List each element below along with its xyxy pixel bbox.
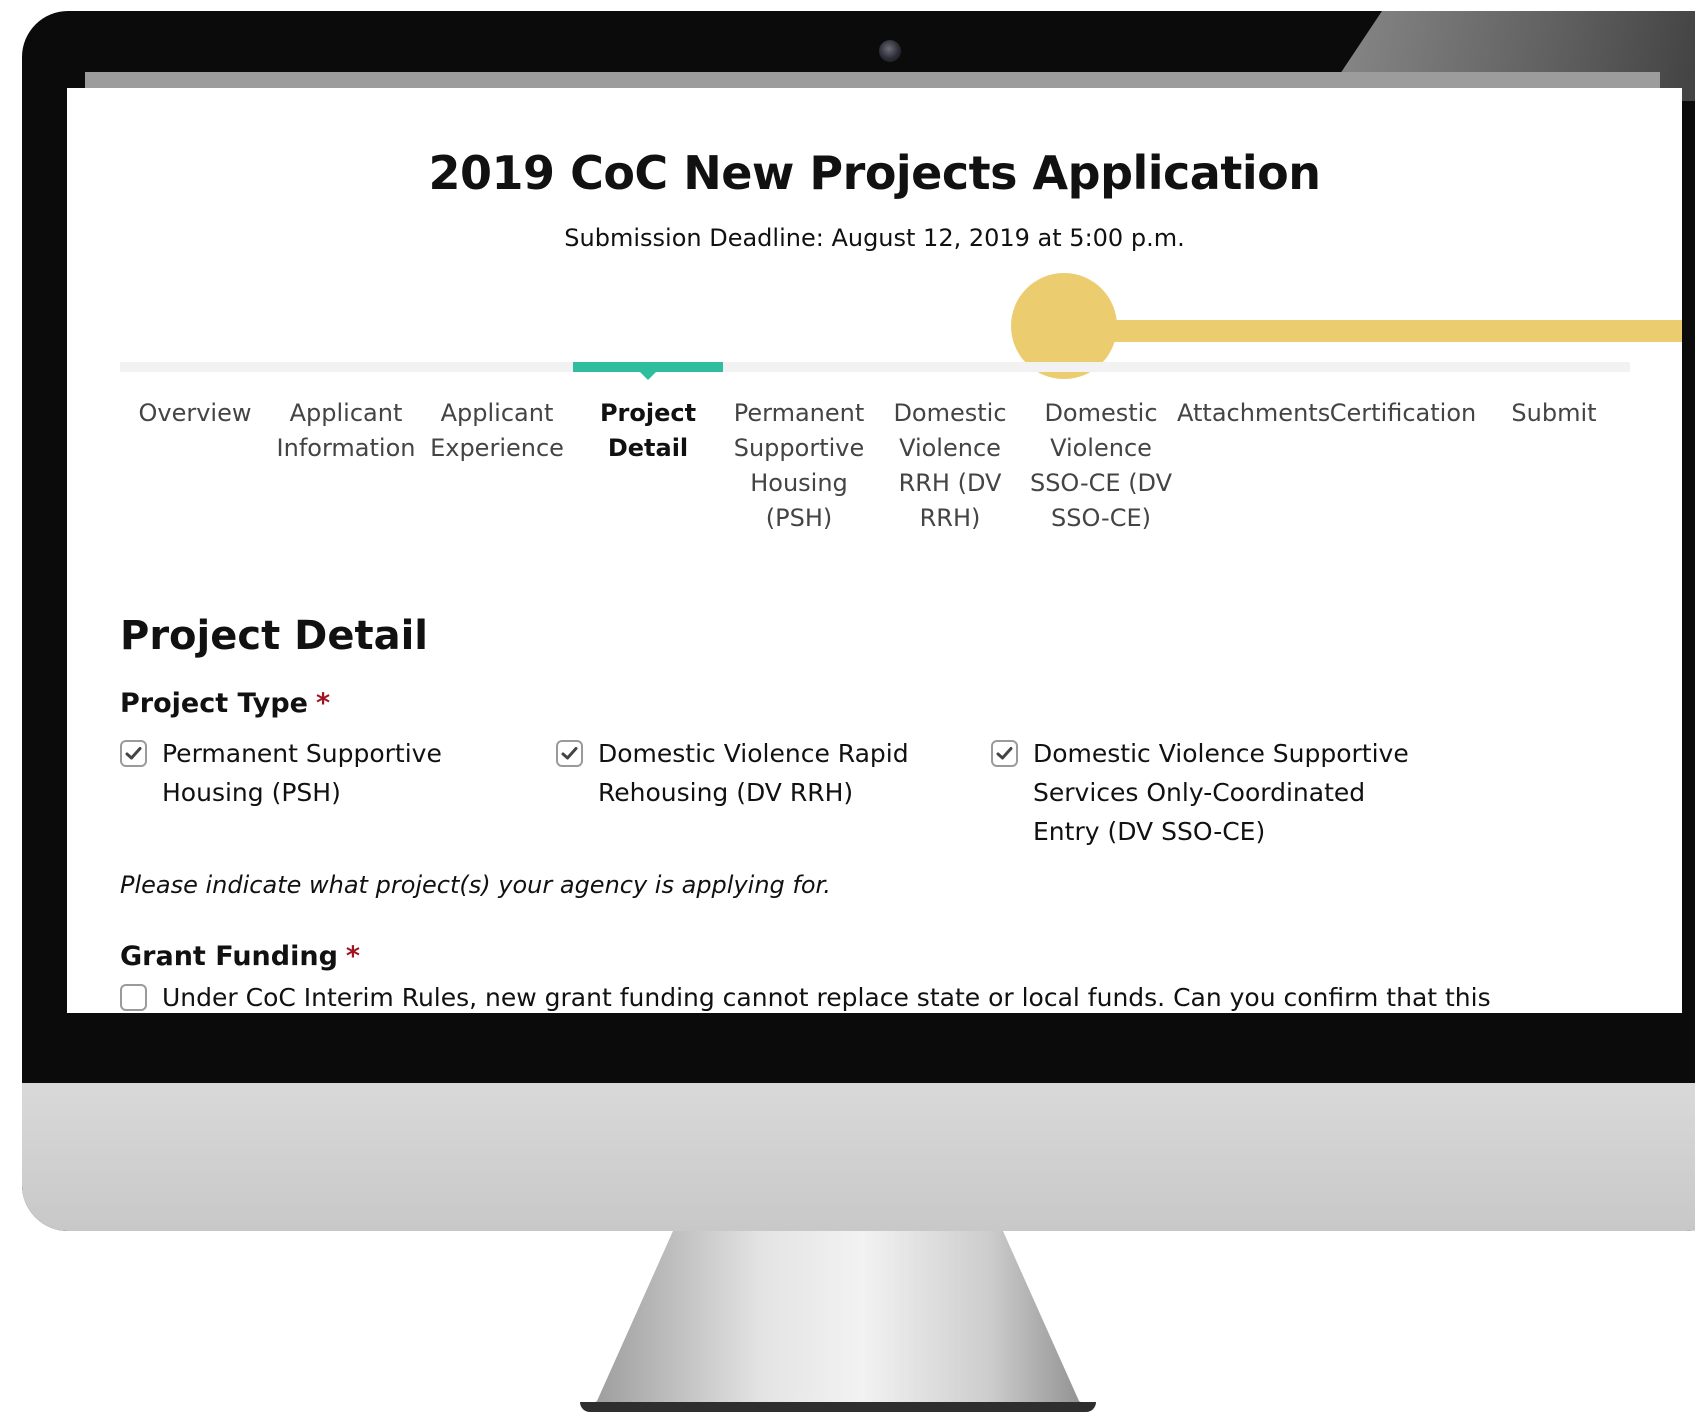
required-marker: *	[316, 688, 331, 719]
browser-screen: 2019 CoC New Projects Application Submis…	[67, 88, 1682, 1013]
step-label: Project Detail	[599, 399, 697, 462]
checkmark-icon	[996, 747, 1013, 760]
submission-deadline: Submission Deadline: August 12, 2019 at …	[564, 224, 1185, 252]
checkbox-dv-sso-ce[interactable]	[991, 740, 1018, 767]
step-project-detail[interactable]: Project Detail	[573, 362, 723, 466]
step-attachments[interactable]: Attachments	[1177, 362, 1331, 431]
step-label: Submit	[1511, 399, 1597, 427]
option-label: Domestic Violence Supportive Services On…	[1033, 739, 1409, 846]
required-marker: *	[345, 941, 361, 972]
step-applicant-information[interactable]: Applicant Information	[271, 362, 421, 466]
step-psh[interactable]: Permanent Supportive Housing (PSH)	[724, 362, 874, 536]
checkbox-dv-rrh[interactable]	[556, 740, 583, 767]
grant-funding-question: Under CoC Interim Rules, new grant fundi…	[162, 983, 1491, 1012]
option-dv-sso-ce[interactable]: Domestic Violence Supportive Services On…	[991, 734, 1411, 851]
step-label: Applicant Information	[276, 399, 416, 462]
step-label: Permanent Supportive Housing (PSH)	[733, 399, 865, 532]
step-dv-sso-ce[interactable]: Domestic Violence SSO-CE (DV SSO-CE)	[1026, 362, 1176, 536]
section-title: Project Detail	[120, 613, 428, 659]
checkmark-icon	[561, 747, 578, 760]
grant-funding-label: Grant Funding *	[120, 941, 360, 972]
grant-funding-option[interactable]: Under CoC Interim Rules, new grant fundi…	[120, 978, 1620, 1013]
option-label: Domestic Violence Rapid Rehousing (DV RR…	[598, 739, 909, 807]
checkbox-psh[interactable]	[120, 740, 147, 767]
step-certification[interactable]: Certification	[1328, 362, 1478, 431]
option-dv-rrh[interactable]: Domestic Violence Rapid Rehousing (DV RR…	[556, 734, 936, 812]
project-type-label: Project Type *	[120, 688, 330, 719]
camera-icon	[879, 40, 901, 62]
step-dv-rrh[interactable]: Domestic Violence RRH (DV RRH)	[875, 362, 1025, 536]
page-title: 2019 CoC New Projects Application	[428, 146, 1321, 200]
monitor-stand-foot	[580, 1402, 1096, 1412]
step-label: Domestic Violence SSO-CE (DV SSO-CE)	[1029, 399, 1173, 532]
step-label: Attachments	[1177, 399, 1331, 427]
checkmark-icon	[125, 747, 142, 760]
step-label: Applicant Experience	[430, 399, 564, 462]
option-label: Permanent Supportive Housing (PSH)	[162, 739, 442, 807]
step-overview[interactable]: Overview	[120, 362, 270, 431]
project-type-hint: Please indicate what project(s) your age…	[120, 871, 831, 899]
option-psh[interactable]: Permanent Supportive Housing (PSH)	[120, 734, 500, 812]
grant-funding-label-text: Grant Funding	[120, 941, 338, 972]
callout-line	[1112, 320, 1682, 342]
step-applicant-experience[interactable]: Applicant Experience	[422, 362, 572, 466]
step-submit[interactable]: Submit	[1479, 362, 1629, 431]
step-label: Overview	[138, 399, 252, 427]
project-type-label-text: Project Type	[120, 688, 308, 719]
active-step-caret-icon	[639, 371, 657, 380]
monitor-chin	[22, 1083, 1695, 1231]
step-label: Domestic Violence RRH (DV RRH)	[893, 399, 1007, 532]
monitor-stand	[587, 1231, 1089, 1407]
step-label: Certification	[1329, 399, 1477, 427]
checkbox-grant-funding[interactable]	[120, 984, 147, 1011]
